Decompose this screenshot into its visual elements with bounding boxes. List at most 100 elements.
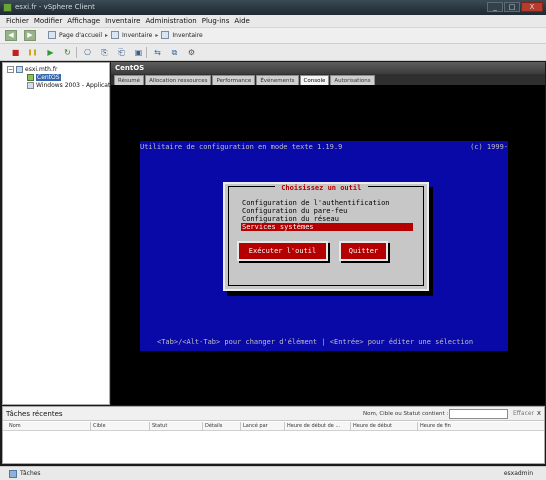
inventory-icon bbox=[111, 31, 120, 39]
breadcrumb: Page d'accueil ▸ Inventaire ▸ Inventaire bbox=[48, 31, 203, 39]
tab-allocation[interactable]: Allocation ressources bbox=[145, 75, 212, 85]
tree-collapse-toggle[interactable]: − bbox=[7, 66, 14, 73]
menu-affichage[interactable]: Affichage bbox=[67, 17, 100, 25]
tab-autorisations[interactable]: Autorisations bbox=[330, 75, 375, 85]
host-icon bbox=[161, 31, 170, 39]
tool-dialog: Choisissez un outil Configuration de l'a… bbox=[223, 182, 429, 291]
snapshot-icon[interactable]: ⎔ bbox=[82, 47, 93, 58]
menu-plugins[interactable]: Plug-ins bbox=[202, 17, 230, 25]
tasks-column-header: Nom Cible Statut Détails Lancé par Heure… bbox=[3, 422, 544, 431]
status-bar: Tâches esxadmin bbox=[0, 466, 546, 480]
current-user: esxadmin bbox=[503, 470, 533, 477]
play-icon[interactable]: ▶ bbox=[45, 47, 56, 58]
vm-title: CentOS bbox=[111, 62, 545, 74]
vm-tabs: Résumé Allocation ressources Performance… bbox=[111, 74, 545, 85]
tools-icon[interactable]: ⚙ bbox=[186, 47, 197, 58]
clone-icon[interactable]: ⧉ bbox=[169, 47, 180, 58]
tool-item-services[interactable]: Services systèmes bbox=[241, 223, 413, 231]
window-title: esxi.fr - vSphere Client bbox=[15, 3, 95, 11]
quit-button[interactable]: Quitter bbox=[339, 241, 388, 261]
recent-tasks-panel: Tâches récentes Nom, Cible ou Statut con… bbox=[2, 406, 545, 464]
column-divider bbox=[90, 422, 91, 431]
filter-dropdown[interactable]: Nom, Cible ou Statut contient : ▾ bbox=[363, 411, 453, 417]
column-divider bbox=[417, 422, 418, 431]
pause-icon[interactable]: ❚❚ bbox=[27, 47, 38, 58]
column-divider bbox=[240, 422, 241, 431]
navigation-bar: ◀ ▶ Page d'accueil ▸ Inventaire ▸ Invent… bbox=[0, 28, 546, 44]
tab-performance[interactable]: Performance bbox=[212, 75, 256, 85]
menu-aide[interactable]: Aide bbox=[234, 17, 249, 25]
home-icon bbox=[48, 31, 56, 39]
host-icon bbox=[16, 66, 23, 73]
recent-tasks-header: Tâches récentes Nom, Cible ou Statut con… bbox=[3, 407, 544, 421]
tab-resume[interactable]: Résumé bbox=[114, 75, 145, 85]
column-divider bbox=[149, 422, 150, 431]
breadcrumb-home[interactable]: Page d'accueil bbox=[59, 32, 102, 39]
breadcrumb-inventory-2[interactable]: Inventaire bbox=[172, 32, 202, 39]
tab-console[interactable]: Console bbox=[299, 75, 330, 85]
tree-host-row[interactable]: − esxi.mth.fr bbox=[7, 66, 57, 73]
close-button[interactable]: X bbox=[521, 2, 543, 12]
snapshot-manager-icon[interactable]: ⎗ bbox=[116, 47, 127, 58]
tool-item-firewall[interactable]: Configuration du pare-feu bbox=[242, 207, 347, 215]
tree-vm-label: CentOS bbox=[36, 74, 61, 81]
tasks-toggle[interactable]: Tâches bbox=[20, 470, 41, 477]
console-icon[interactable]: ▣ bbox=[133, 47, 144, 58]
vm-panel: CentOS Résumé Allocation ressources Perf… bbox=[111, 62, 545, 405]
column-heure-debut[interactable]: Heure de début bbox=[353, 423, 392, 429]
recent-tasks-title: Tâches récentes bbox=[6, 410, 63, 418]
tab-evenements[interactable]: Événements bbox=[256, 75, 299, 85]
text-mode-screen: Utilitaire de configuration en mode text… bbox=[140, 141, 508, 351]
tree-vm-label: Windows 2003 - Application bbox=[36, 82, 120, 89]
migrate-icon[interactable]: ⇆ bbox=[152, 47, 163, 58]
column-cible[interactable]: Cible bbox=[93, 423, 106, 429]
column-lance-par[interactable]: Lancé par bbox=[243, 423, 268, 429]
menu-fichier[interactable]: Fichier bbox=[6, 17, 29, 25]
menu-modifier[interactable]: Modifier bbox=[34, 17, 62, 25]
column-heure-debut-demande[interactable]: Heure de début de ... bbox=[287, 423, 340, 429]
dialog-frame: Choisissez un outil Configuration de l'a… bbox=[228, 184, 424, 286]
clear-filter-link[interactable]: Effacer bbox=[513, 410, 534, 417]
column-statut[interactable]: Statut bbox=[152, 423, 167, 429]
window-controls: _ □ X bbox=[487, 2, 543, 12]
vm-powered-on-icon bbox=[27, 74, 34, 81]
run-tool-button[interactable]: Exécuter l'outil bbox=[237, 241, 328, 261]
tui-copyright: (c) 1999- bbox=[470, 143, 508, 151]
tasks-icon bbox=[9, 470, 17, 478]
reset-icon[interactable]: ↻ bbox=[62, 47, 73, 58]
dialog-title: Choisissez un outil bbox=[275, 184, 368, 192]
back-button[interactable]: ◀ bbox=[5, 30, 17, 41]
breadcrumb-inventory[interactable]: Inventaire bbox=[122, 32, 152, 39]
menu-bar: Fichier Modifier Affichage Inventaire Ad… bbox=[0, 15, 546, 28]
tree-vm-centos[interactable]: CentOS bbox=[27, 74, 61, 81]
tree-host-label: esxi.mth.fr bbox=[25, 66, 58, 73]
column-heure-fin[interactable]: Heure de fin bbox=[420, 423, 451, 429]
forward-button[interactable]: ▶ bbox=[24, 30, 36, 41]
column-nom[interactable]: Nom bbox=[9, 423, 21, 429]
stop-icon[interactable]: ■ bbox=[10, 47, 21, 58]
column-divider bbox=[350, 422, 351, 431]
tool-item-network[interactable]: Configuration du réseau bbox=[242, 215, 339, 223]
column-divider bbox=[284, 422, 285, 431]
tool-item-auth[interactable]: Configuration de l'authentification bbox=[242, 199, 390, 207]
tui-footer-hint: <Tab>/<Alt-Tab> pour changer d'élément |… bbox=[157, 338, 474, 346]
filter-input[interactable] bbox=[449, 409, 508, 419]
vm-toolbar: ■ ❚❚ ▶ ↻ ⎔ ⎘ ⎗ ▣ ⇆ ⧉ ⚙ bbox=[0, 44, 546, 61]
maximize-button[interactable]: □ bbox=[504, 2, 520, 12]
tree-vm-windows[interactable]: Windows 2003 - Application bbox=[27, 82, 119, 89]
minimize-button[interactable]: _ bbox=[487, 2, 503, 12]
tui-title: Utilitaire de configuration en mode text… bbox=[140, 143, 343, 151]
window-titlebar: esxi.fr - vSphere Client _ □ X bbox=[0, 0, 546, 15]
close-panel-icon[interactable]: x bbox=[537, 409, 541, 417]
menu-inventaire[interactable]: Inventaire bbox=[105, 17, 140, 25]
vm-console[interactable]: Utilitaire de configuration en mode text… bbox=[111, 85, 545, 405]
column-details[interactable]: Détails bbox=[205, 423, 222, 429]
vsphere-app-icon bbox=[3, 3, 12, 12]
toolbar-separator bbox=[76, 47, 77, 58]
revert-icon[interactable]: ⎘ bbox=[99, 47, 110, 58]
back-arrow-icon: ◀ bbox=[8, 31, 14, 39]
forward-arrow-icon: ▶ bbox=[27, 31, 33, 39]
column-divider bbox=[202, 422, 203, 431]
inventory-tree: − esxi.mth.fr CentOS Windows 2003 - Appl… bbox=[2, 62, 119, 405]
menu-administration[interactable]: Administration bbox=[146, 17, 197, 25]
